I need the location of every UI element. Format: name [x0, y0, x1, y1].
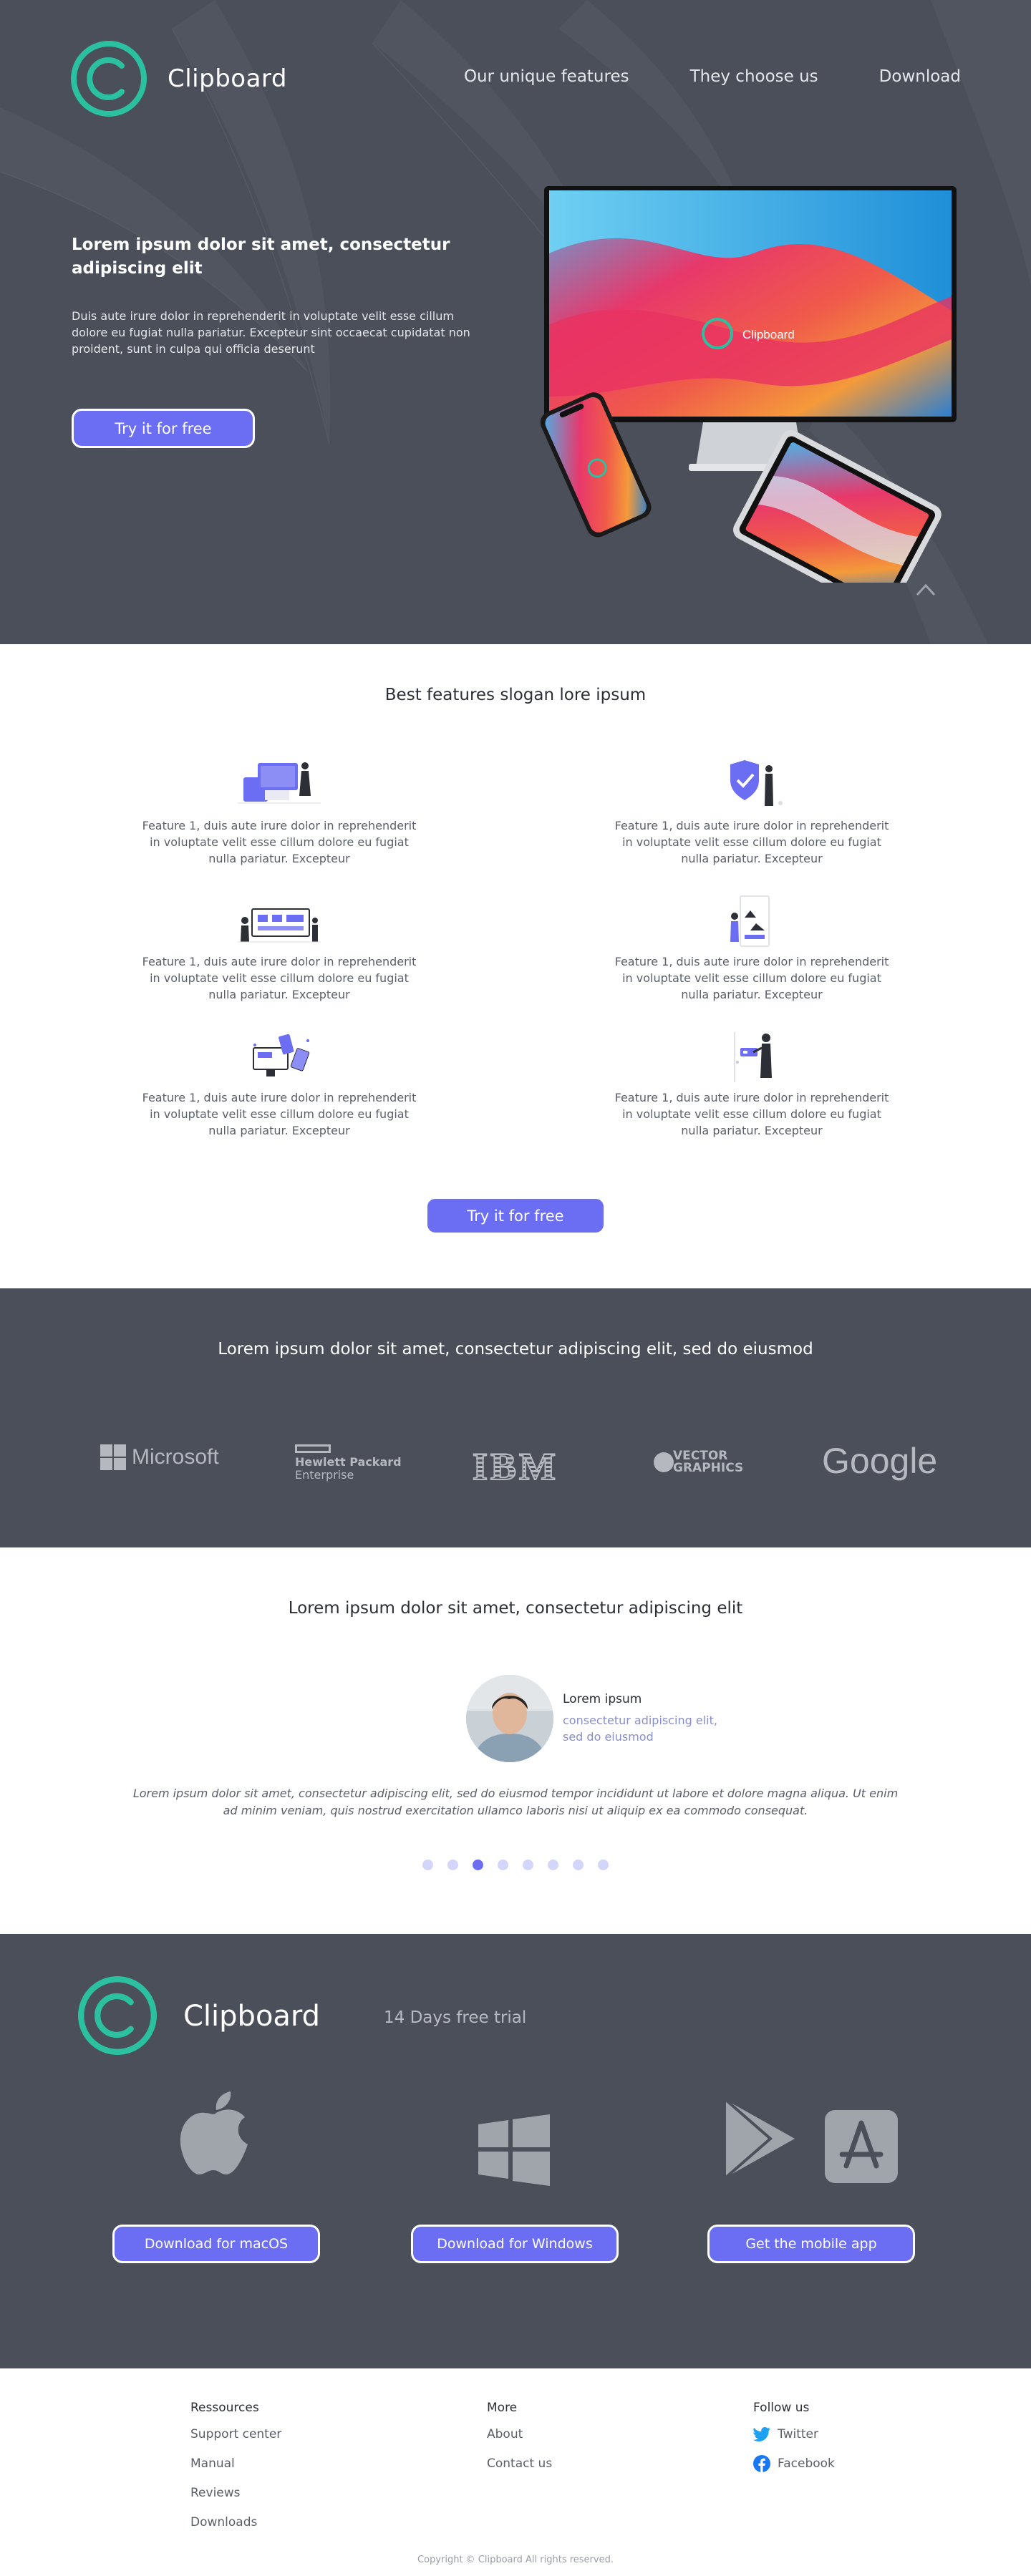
security-shield-illustration-icon [730, 760, 783, 806]
person-photo-icon [466, 1675, 553, 1762]
feature-card: Feature 1, duis aute irure dolor in repr… [609, 1031, 895, 1139]
carousel-dot[interactable] [447, 1860, 458, 1870]
google-text: Google [822, 1441, 938, 1481]
nav-choose-us-link[interactable]: They choose us [690, 67, 818, 86]
footer-follow-column: Follow us Twitter Facebook [753, 2401, 835, 2485]
twitter-label: Twitter [778, 2427, 818, 2441]
partners-section: Lorem ipsum dolor sit amet, consectetur … [0, 1288, 1031, 1547]
sync-devices-illustration-icon [253, 1034, 310, 1076]
nav-download-link[interactable]: Download [879, 67, 961, 86]
feature-text: Feature 1, duis aute irure dolor in repr… [614, 819, 889, 865]
nav-features-link[interactable]: Our unique features [464, 67, 629, 86]
carousel-dots [422, 1860, 609, 1870]
footer-link-downloads[interactable]: Downloads [190, 2514, 281, 2530]
dashboard-illustration-icon [238, 908, 321, 943]
footer: Ressources Support center Manual Reviews… [0, 2368, 1031, 2576]
footer-link-contact[interactable]: Contact us [487, 2456, 552, 2471]
testimonial-quote: Lorem ipsum dolor sit amet, consectetur … [132, 1787, 899, 1817]
hpe-text-2: Enterprise [295, 1468, 354, 1482]
carousel-dot[interactable] [422, 1860, 433, 1870]
footer-column-title: Follow us [753, 2401, 810, 2415]
carousel-dot[interactable] [473, 1860, 483, 1870]
feature-text: Feature 1, duis aute irure dolor in repr… [142, 1091, 417, 1137]
facebook-icon [753, 2455, 770, 2472]
footer-link-twitter[interactable]: Twitter [753, 2426, 835, 2442]
carousel-dot[interactable] [573, 1860, 584, 1870]
feature-text: Feature 1, duis aute irure dolor in repr… [142, 955, 417, 1001]
download-brand-name: Clipboard [183, 2000, 321, 2033]
microsoft-logo: Microsoft [100, 1444, 219, 1470]
main-nav: Our unique features They choose us Downl… [464, 67, 961, 86]
windows-icon [478, 2114, 550, 2186]
vector-circle-icon [654, 1452, 674, 1472]
get-mobile-app-button[interactable]: Get the mobile app [707, 2225, 915, 2263]
facebook-label: Facebook [778, 2456, 835, 2471]
devices-illustration-icon [238, 762, 321, 804]
footer-link-reviews[interactable]: Reviews [190, 2485, 281, 2501]
hero-section: Clipboard Our unique features They choos… [0, 0, 1031, 644]
brand-name: Clipboard [168, 64, 287, 93]
feature-card: Feature 1, duis aute irure dolor in repr… [609, 759, 895, 867]
download-section: Clipboard 14 Days free trial Download fo… [0, 1934, 1031, 2368]
footer-more-column: More About Contact us [487, 2401, 552, 2485]
testimonial-section: Lorem ipsum dolor sit amet, consectetur … [0, 1547, 1031, 1934]
vector-graphics-logo: VECTOR GRAPHICS [653, 1450, 743, 1474]
twitter-icon [753, 2427, 770, 2441]
hpe-logo: Hewlett Packard Enterprise [295, 1444, 402, 1482]
free-trial-text: 14 Days free trial [384, 2008, 527, 2027]
screen-brand-text: Clipboard [742, 328, 795, 341]
hero-description: Duis aute irure dolor in reprehenderit i… [72, 309, 470, 356]
hero-title: Lorem ipsum dolor sit amet, consectetur … [72, 235, 450, 278]
google-logo: Google [822, 1440, 937, 1482]
feature-text: Feature 1, duis aute irure dolor in repr… [142, 819, 417, 865]
hpe-text-1: Hewlett Packard [295, 1455, 402, 1469]
carousel-dot[interactable] [498, 1860, 508, 1870]
features-try-free-button[interactable]: Try it for free [425, 1197, 606, 1235]
play-store-icon [725, 2099, 795, 2179]
features-section: Best features slogan lore ipsum Feature … [0, 644, 1031, 1288]
apple-icon [180, 2091, 248, 2174]
hero-try-free-button[interactable]: Try it for free [72, 409, 255, 448]
windows-squares-icon [100, 1444, 126, 1470]
vector-text-2: GRAPHICS [673, 1461, 744, 1475]
testimonial-role: consectetur adipiscing elit, sed do eius… [563, 1714, 717, 1744]
feature-card: Feature 1, duis aute irure dolor in repr… [136, 1031, 422, 1139]
microsoft-text: Microsoft [132, 1445, 219, 1469]
feature-card: Feature 1, duis aute irure dolor in repr… [136, 759, 422, 867]
footer-column-title: More [487, 2401, 518, 2415]
app-store-icon [825, 2110, 898, 2183]
feature-text: Feature 1, duis aute irure dolor in repr… [614, 955, 889, 1001]
footer-link-facebook[interactable]: Facebook [753, 2455, 835, 2472]
testimonial-name: Lorem ipsum [563, 1692, 642, 1706]
hpe-box-icon [295, 1444, 331, 1453]
carousel-dot[interactable] [523, 1860, 533, 1870]
scroll-up-icon[interactable] [915, 581, 936, 597]
download-macos-button[interactable]: Download for macOS [112, 2225, 320, 2263]
footer-link-manual[interactable]: Manual [190, 2456, 281, 2471]
header-logo[interactable]: Clipboard [70, 40, 287, 117]
clipboard-logo-icon [71, 41, 147, 117]
footer-column-title: Ressources [190, 2401, 259, 2415]
copyright-text: Copyright © Clipboard All rights reserve… [417, 2555, 614, 2565]
presentation-illustration-icon [734, 1032, 772, 1082]
gallery-illustration-icon [730, 895, 770, 947]
footer-link-support[interactable]: Support center [190, 2426, 281, 2442]
features-title: Best features slogan lore ipsum [384, 686, 647, 704]
footer-link-about[interactable]: About [487, 2426, 552, 2442]
partners-title: Lorem ipsum dolor sit amet, consectetur … [218, 1340, 813, 1359]
download-windows-button[interactable]: Download for Windows [411, 2225, 619, 2263]
footer-resources-column: Ressources Support center Manual Reviews… [190, 2401, 281, 2544]
testimonial-title: Lorem ipsum dolor sit amet, consectetur … [288, 1599, 743, 1618]
carousel-dot[interactable] [548, 1860, 558, 1870]
ibm-text: IBM [472, 1444, 558, 1489]
devices-mockup-image: Clipboard [540, 186, 957, 583]
carousel-dot[interactable] [598, 1860, 609, 1870]
ibm-logo: IBM [472, 1444, 558, 1489]
feature-text: Feature 1, duis aute irure dolor in repr… [614, 1091, 889, 1137]
feature-card: Feature 1, duis aute irure dolor in repr… [136, 895, 422, 1003]
clipboard-logo-icon [78, 1976, 157, 2055]
avatar [466, 1675, 553, 1762]
feature-card: Feature 1, duis aute irure dolor in repr… [609, 895, 895, 1003]
